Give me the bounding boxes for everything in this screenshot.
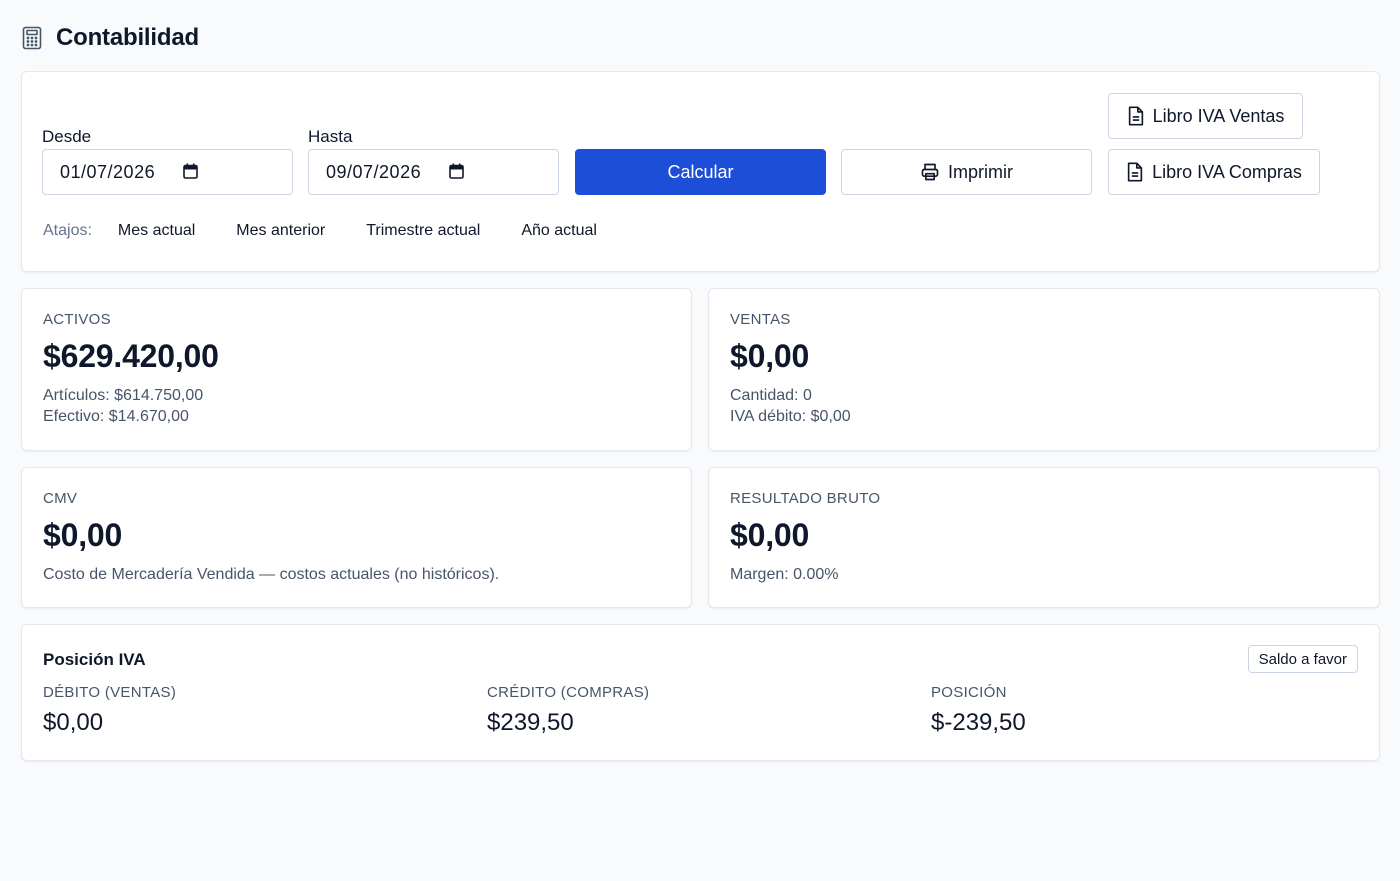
calendar-icon[interactable] [183, 163, 199, 181]
page-title: Contabilidad [56, 24, 199, 51]
vat-debit-label: DÉBITO (VENTAS) [43, 684, 177, 701]
calculate-button-label: Calcular [667, 161, 734, 182]
purchases-book-button[interactable]: Libro IVA Compras [1108, 149, 1320, 195]
page-header: Contabilidad [22, 22, 199, 54]
gross-result-card: RESULTADO BRUTO $0,00 Margen: 0.00% [708, 467, 1380, 608]
print-button-label: Imprimir [948, 161, 1013, 182]
sales-book-label: Libro IVA Ventas [1152, 105, 1285, 126]
gross-result-title: RESULTADO BRUTO [730, 490, 881, 507]
cogs-description: Costo de Mercadería Vendida — costos act… [43, 566, 500, 583]
assets-title: ACTIVOS [43, 311, 111, 328]
sales-card: VENTAS $0,00 Cantidad: 0 IVA débito: $0,… [708, 288, 1380, 451]
calendar-icon[interactable] [449, 163, 465, 181]
vat-credit-label: CRÉDITO (COMPRAS) [487, 684, 650, 701]
vat-credit-value: $239,50 [487, 709, 574, 736]
calculate-button[interactable]: Calcular [575, 149, 826, 195]
assets-items-line: Artículos: $614.750,00 [43, 387, 204, 404]
printer-icon [920, 162, 940, 182]
to-date-label: Hasta [308, 127, 353, 146]
shortcut-previous-month[interactable]: Mes anterior [236, 222, 325, 240]
purchases-book-label: Libro IVA Compras [1152, 161, 1302, 182]
date-filter-panel: Desde 01/07/2026 Hasta 09/07/2026 Calcul… [21, 71, 1380, 272]
vat-debit-column: DÉBITO (VENTAS) $0,00 [43, 684, 176, 737]
to-date-input[interactable]: 09/07/2026 [308, 149, 559, 195]
vat-position-column: POSICIÓN $-239,50 [931, 684, 1026, 737]
vat-position-value: $-239,50 [931, 709, 1026, 736]
shortcut-current-quarter[interactable]: Trimestre actual [366, 222, 480, 240]
document-icon [1126, 162, 1144, 182]
assets-value: $629.420,00 [43, 338, 219, 374]
assets-card: ACTIVOS $629.420,00 Artículos: $614.750,… [21, 288, 692, 451]
from-date-label: Desde [42, 127, 92, 146]
print-button[interactable]: Imprimir [841, 149, 1092, 195]
to-date-value: 09/07/2026 [326, 161, 422, 182]
sales-title: VENTAS [730, 311, 791, 328]
sales-vat-debit-line: IVA débito: $0,00 [730, 408, 851, 425]
cogs-value: $0,00 [43, 517, 123, 553]
document-icon [1127, 106, 1145, 126]
status-badge: Saldo a favor [1247, 645, 1358, 673]
gross-result-value: $0,00 [730, 517, 810, 553]
assets-cash-line: Efectivo: $14.670,00 [43, 408, 189, 425]
shortcut-current-year[interactable]: Año actual [521, 222, 597, 240]
sales-value: $0,00 [730, 338, 810, 374]
calculator-icon [22, 25, 44, 51]
vat-credit-column: CRÉDITO (COMPRAS) $239,50 [487, 684, 649, 737]
sales-book-button[interactable]: Libro IVA Ventas [1108, 93, 1303, 139]
vat-position-title: Posición IVA [43, 650, 146, 669]
gross-margin-line: Margen: 0.00% [730, 566, 839, 583]
date-shortcuts: Atajos: Mes actual Mes anterior Trimestr… [43, 220, 638, 242]
from-date-value: 01/07/2026 [60, 161, 156, 182]
sales-count-line: Cantidad: 0 [730, 387, 812, 404]
shortcuts-label: Atajos: [43, 222, 92, 239]
vat-position-card: Posición IVA Saldo a favor DÉBITO (VENTA… [21, 624, 1380, 761]
from-date-input[interactable]: 01/07/2026 [42, 149, 293, 195]
cogs-title: CMV [43, 490, 78, 507]
cogs-card: CMV $0,00 Costo de Mercadería Vendida — … [21, 467, 692, 608]
vat-debit-value: $0,00 [43, 709, 104, 736]
accounting-page: Contabilidad Desde 01/07/2026 Hasta 09/0… [0, 0, 1400, 881]
vat-position-label: POSICIÓN [931, 684, 1007, 701]
shortcut-current-month[interactable]: Mes actual [118, 222, 195, 240]
